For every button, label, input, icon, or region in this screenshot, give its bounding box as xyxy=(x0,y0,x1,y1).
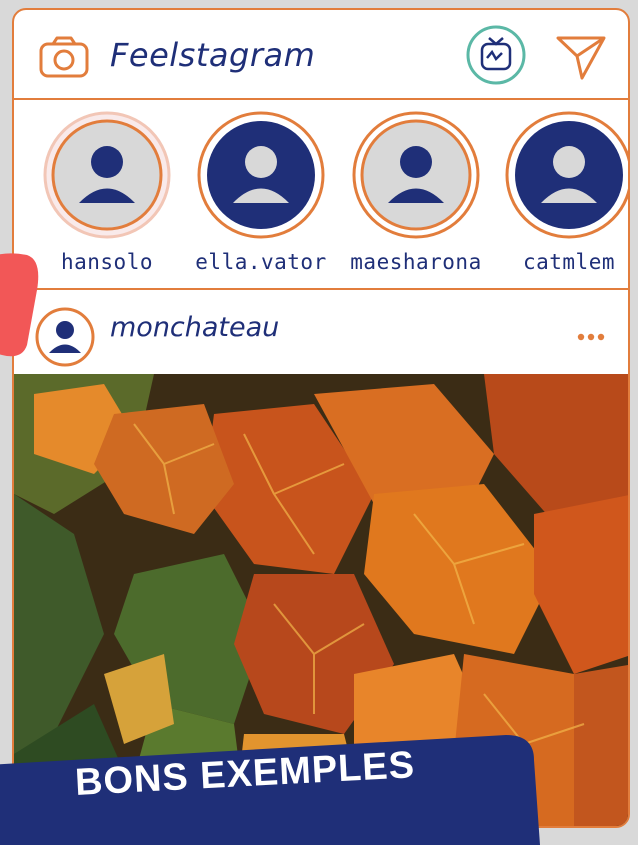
igtv-icon[interactable] xyxy=(465,24,527,86)
story-avatar xyxy=(197,111,325,239)
stories-bar: hansolo ella.vator maesharona catmlem xyxy=(14,100,628,290)
top-bar: Feelstagram xyxy=(14,10,628,100)
post-username[interactable]: monchateau xyxy=(110,312,279,343)
red-tab-shape xyxy=(0,253,39,357)
send-icon[interactable] xyxy=(555,34,607,80)
post-avatar[interactable] xyxy=(34,306,96,368)
story-avatar xyxy=(43,111,171,239)
camera-icon[interactable] xyxy=(38,36,90,80)
story-username: catmlem xyxy=(522,250,615,274)
phone-frame: Feelstagram hansolo ella.vator maesharon… xyxy=(12,8,630,828)
story-avatar xyxy=(505,111,628,239)
app-title: Feelstagram xyxy=(110,36,316,74)
story-avatar xyxy=(352,111,480,239)
more-options-icon[interactable] xyxy=(576,332,606,342)
post-header: monchateau xyxy=(14,290,628,374)
